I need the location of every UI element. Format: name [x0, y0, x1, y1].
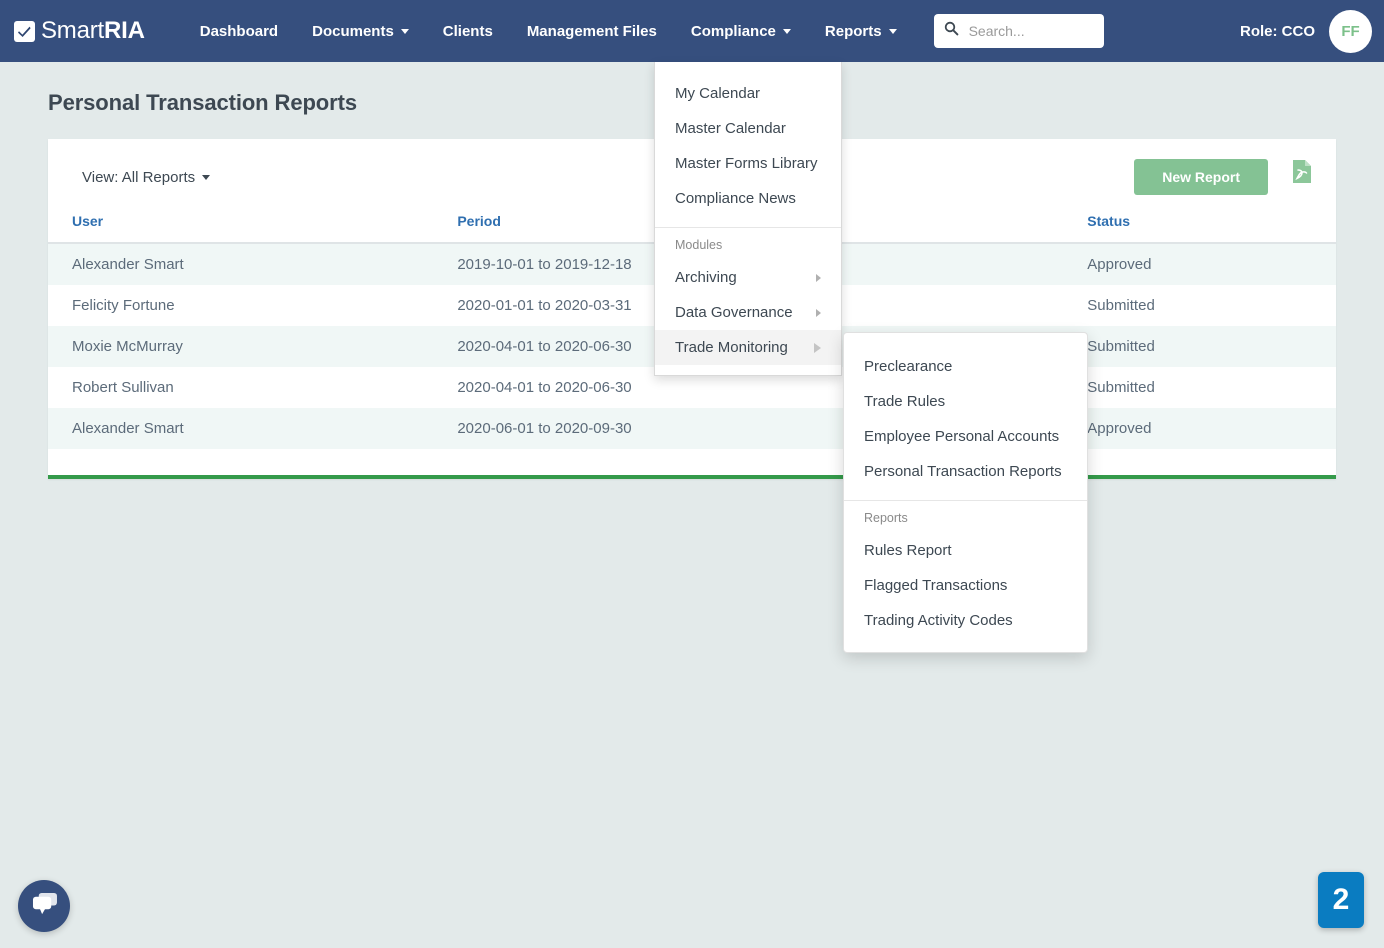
- menu-item-personal-transaction-reports[interactable]: Personal Transaction Reports: [844, 454, 1087, 489]
- chevron-down-icon: [782, 28, 791, 34]
- menu-item-archiving[interactable]: Archiving: [655, 260, 841, 295]
- menu-item-label: Master Calendar: [675, 120, 786, 137]
- menu-item-trade-monitoring[interactable]: Trade Monitoring: [655, 330, 841, 365]
- menu-item-trading-activity-codes[interactable]: Trading Activity Codes: [844, 603, 1087, 638]
- nav-link-dashboard[interactable]: Dashboard: [183, 0, 295, 62]
- cell-status: Submitted: [1087, 379, 1155, 396]
- avatar-initials: FF: [1341, 22, 1360, 40]
- menu-divider: [844, 500, 1087, 501]
- menu-item-label: Trade Rules: [864, 393, 946, 410]
- brand-name-bold: RIA: [104, 17, 145, 44]
- menu-item-preclearance[interactable]: Preclearance: [844, 349, 1087, 384]
- view-filter-label: View: All Reports: [82, 168, 196, 186]
- compliance-dropdown-menu: My Calendar Master Calendar Master Forms…: [654, 62, 842, 376]
- checkbox-check-icon: [14, 20, 35, 42]
- menu-item-master-calendar[interactable]: Master Calendar: [655, 111, 841, 146]
- role-label: Role: CCO: [1240, 22, 1315, 40]
- menu-item-label: Flagged Transactions: [864, 577, 1008, 594]
- step-badge[interactable]: 2: [1318, 872, 1364, 928]
- nav-link-dashboard-label: Dashboard: [199, 22, 279, 40]
- menu-item-label: Personal Transaction Reports: [864, 463, 1062, 480]
- menu-item-label: Trading Activity Codes: [864, 612, 1013, 629]
- menu-item-label: Archiving: [675, 269, 737, 286]
- menu-item-label: Trade Monitoring: [675, 339, 788, 356]
- cell-status: Approved: [1087, 420, 1152, 437]
- column-header-user[interactable]: User: [48, 209, 448, 244]
- menu-item-label: Employee Personal Accounts: [864, 428, 1060, 445]
- column-header-blank: [931, 209, 1078, 244]
- nav-link-management-files[interactable]: Management Files: [510, 0, 674, 62]
- chevron-down-icon: [400, 28, 409, 34]
- cell-user: Robert Sullivan: [72, 379, 174, 396]
- menu-item-rules-report[interactable]: Rules Report: [844, 533, 1087, 568]
- toolbar-actions: New Report: [1134, 159, 1312, 195]
- new-report-button[interactable]: New Report: [1134, 159, 1268, 195]
- menu-item-my-calendar[interactable]: My Calendar: [655, 76, 841, 111]
- menu-item-trade-rules[interactable]: Trade Rules: [844, 384, 1087, 419]
- cell-blank: [931, 243, 1077, 285]
- menu-section-header-modules: Modules: [675, 238, 723, 252]
- cell-status: Submitted: [1087, 297, 1155, 314]
- nav-link-documents[interactable]: Documents: [295, 0, 426, 62]
- menu-item-label: Rules Report: [864, 542, 952, 559]
- search-input[interactable]: [966, 22, 1094, 40]
- menu-item-label: Data Governance: [675, 304, 793, 321]
- nav-items: Dashboard Documents Clients Management F…: [183, 0, 914, 62]
- cell-user: Moxie McMurray: [72, 338, 183, 355]
- nav-link-clients[interactable]: Clients: [426, 0, 510, 62]
- chat-bubbles-icon: [31, 892, 58, 921]
- menu-item-label: My Calendar: [675, 85, 761, 102]
- menu-item-data-governance[interactable]: Data Governance: [655, 295, 841, 330]
- navbar-right: Role: CCO FF: [1240, 9, 1372, 53]
- chevron-right-icon: [816, 273, 821, 282]
- nav-link-reports-label: Reports: [824, 22, 882, 40]
- cell-user: Alexander Smart: [72, 420, 184, 437]
- menu-item-label: Preclearance: [864, 358, 953, 375]
- avatar[interactable]: FF: [1329, 9, 1372, 53]
- menu-item-label: Master Forms Library: [675, 155, 818, 172]
- search-icon: [944, 21, 959, 41]
- cell-user: Felicity Fortune: [72, 297, 175, 314]
- brand-name: SmartRIA: [41, 17, 145, 45]
- chat-widget-button[interactable]: [18, 880, 70, 932]
- chevron-right-icon: [814, 342, 821, 353]
- table-row[interactable]: Alexander Smart 2020-06-01 to 2020-09-30…: [48, 408, 1336, 449]
- trade-monitoring-submenu: Preclearance Trade Rules Employee Person…: [843, 332, 1088, 653]
- top-navbar: SmartRIA Dashboard Documents Clients Man…: [0, 0, 1384, 62]
- menu-section-header-reports: Reports: [864, 511, 908, 525]
- nav-link-documents-label: Documents: [312, 22, 394, 40]
- menu-item-flagged-transactions[interactable]: Flagged Transactions: [844, 568, 1087, 603]
- nav-link-clients-label: Clients: [442, 22, 493, 40]
- cell-status: Approved: [1087, 256, 1152, 273]
- chevron-down-icon: [888, 28, 897, 34]
- search-box[interactable]: [933, 14, 1104, 48]
- menu-item-employee-personal-accounts[interactable]: Employee Personal Accounts: [844, 419, 1087, 454]
- chevron-down-icon: [202, 174, 211, 180]
- cell-blank: [931, 285, 1077, 326]
- nav-link-management-files-label: Management Files: [526, 22, 657, 40]
- cell-status: Submitted: [1087, 338, 1155, 355]
- column-header-status[interactable]: Status: [1077, 209, 1336, 244]
- nav-link-reports[interactable]: Reports: [808, 0, 914, 62]
- menu-item-compliance-news[interactable]: Compliance News: [655, 181, 841, 216]
- menu-item-master-forms-library[interactable]: Master Forms Library: [655, 146, 841, 181]
- pdf-file-icon[interactable]: [1292, 159, 1312, 189]
- menu-divider: [655, 227, 841, 228]
- brand-logo[interactable]: SmartRIA: [14, 17, 145, 45]
- nav-link-compliance[interactable]: Compliance: [674, 0, 808, 62]
- brand-name-thin: Smart: [41, 17, 105, 44]
- view-filter-dropdown[interactable]: View: All Reports: [82, 168, 211, 186]
- menu-item-label: Compliance News: [675, 190, 796, 207]
- chevron-right-icon: [816, 308, 821, 317]
- cell-user: Alexander Smart: [72, 256, 184, 273]
- nav-link-compliance-label: Compliance: [690, 22, 776, 40]
